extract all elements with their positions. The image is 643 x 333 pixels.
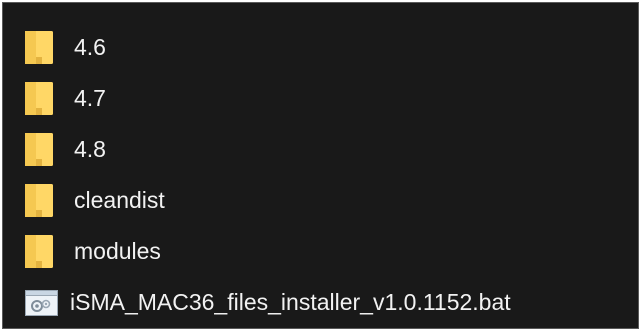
folder-icon (25, 82, 58, 115)
list-item-file[interactable]: iSMA_MAC36_files_installer_v1.0.1152.bat (25, 277, 635, 328)
batch-file-icon (25, 286, 58, 319)
list-item-folder[interactable]: 4.7 (25, 73, 635, 124)
list-item-folder[interactable]: 4.8 (25, 124, 635, 175)
folder-icon (25, 31, 58, 64)
folder-icon (25, 133, 58, 166)
item-name: cleandist (74, 187, 165, 213)
folder-icon (25, 235, 58, 268)
file-list-panel: 4.6 4.7 4.8 cleandist modules iSMA_MAC36… (2, 2, 639, 329)
list-item-folder[interactable]: modules (25, 226, 635, 277)
item-name: 4.7 (74, 85, 106, 111)
list-item-folder[interactable]: cleandist (25, 175, 635, 226)
folder-icon (25, 184, 58, 217)
list-item-folder[interactable]: 4.6 (25, 22, 635, 73)
item-name: 4.8 (74, 136, 106, 162)
item-name: modules (74, 238, 161, 264)
item-name: iSMA_MAC36_files_installer_v1.0.1152.bat (70, 289, 511, 315)
file-list: 4.6 4.7 4.8 cleandist modules iSMA_MAC36… (25, 22, 635, 328)
item-name: 4.6 (74, 34, 106, 60)
